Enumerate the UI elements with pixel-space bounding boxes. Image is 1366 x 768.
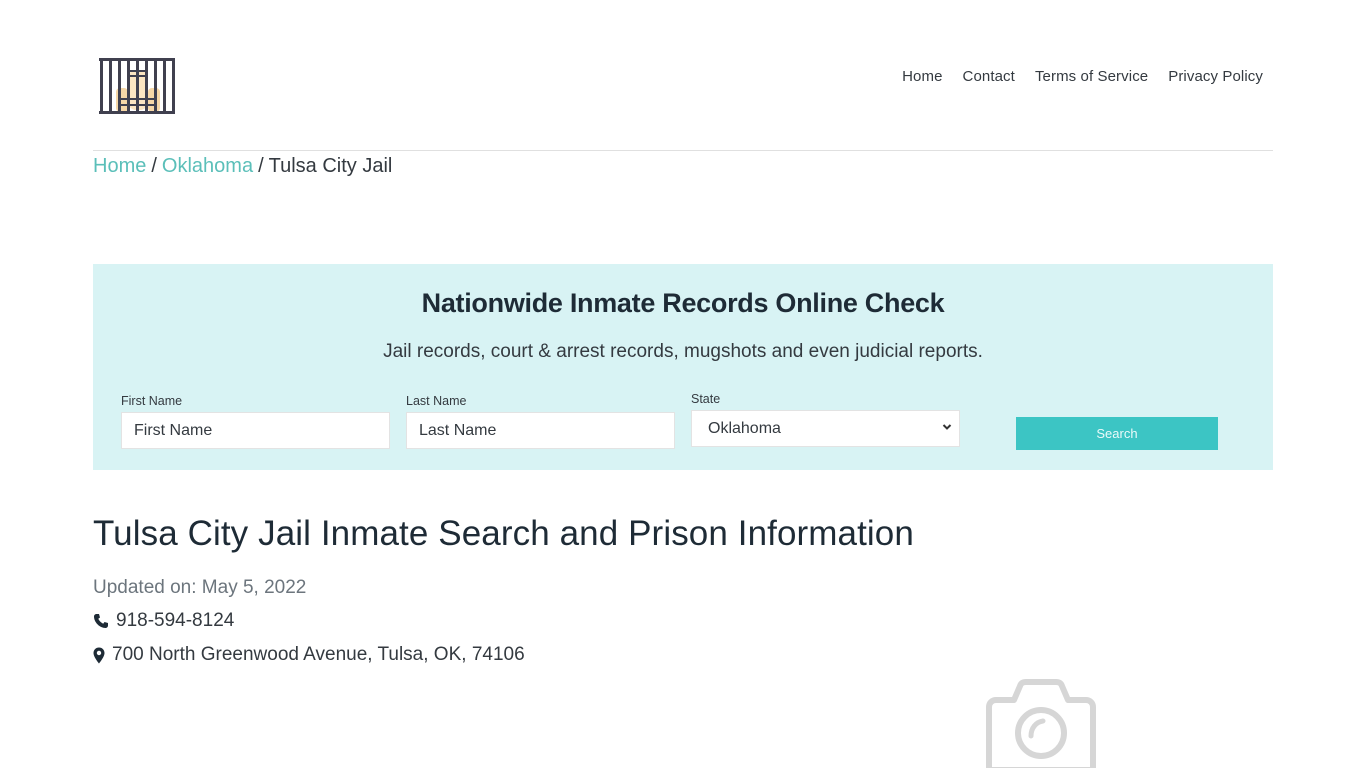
address-text: 700 North Greenwood Avenue, Tulsa, OK, 7…	[112, 644, 525, 665]
breadcrumb-separator: /	[151, 155, 157, 177]
jail-bars-logo-icon	[99, 58, 175, 114]
search-panel-title: Nationwide Inmate Records Online Check	[421, 288, 945, 318]
nav-privacy-policy[interactable]: Privacy Policy	[1168, 68, 1263, 85]
page-title: Tulsa City Jail Inmate Search and Prison…	[93, 514, 914, 553]
search-button[interactable]: Search	[1016, 417, 1218, 450]
breadcrumb-separator: /	[258, 155, 264, 177]
map-marker-icon	[93, 647, 105, 663]
last-name-label: Last Name	[406, 394, 467, 408]
inmate-search-panel: Nationwide Inmate Records Online Check J…	[93, 264, 1273, 470]
phone-line: 918-594-8124	[93, 610, 234, 632]
phone-icon	[94, 614, 108, 628]
phone-number[interactable]: 918-594-8124	[116, 610, 234, 632]
state-select[interactable]: Oklahoma	[691, 410, 960, 447]
camera-icon	[986, 679, 1096, 768]
last-name-field-group: Last Name	[406, 394, 675, 449]
main-nav: Home Contact Terms of Service Privacy Po…	[902, 68, 1263, 85]
page-container: Home Contact Terms of Service Privacy Po…	[93, 0, 1273, 768]
breadcrumb-home[interactable]: Home	[93, 155, 146, 177]
breadcrumb-current: Tulsa City Jail	[268, 155, 393, 177]
nav-contact[interactable]: Contact	[963, 68, 1015, 85]
nav-terms-of-service[interactable]: Terms of Service	[1035, 68, 1148, 85]
first-name-field-group: First Name	[121, 394, 390, 449]
search-panel-subtitle: Jail records, court & arrest records, mu…	[383, 341, 983, 362]
image-placeholder	[986, 678, 1096, 768]
state-label: State	[691, 392, 721, 406]
address-line: 700 North Greenwood Avenue, Tulsa, OK, 7…	[93, 644, 525, 666]
state-field-group: State Oklahoma	[691, 392, 960, 447]
site-logo[interactable]	[98, 56, 178, 116]
first-name-label: First Name	[121, 394, 183, 408]
site-header: Home Contact Terms of Service Privacy Po…	[93, 0, 1273, 151]
nav-home[interactable]: Home	[902, 68, 942, 85]
first-name-input[interactable]	[121, 412, 390, 449]
breadcrumb: Home / Oklahoma / Tulsa City Jail	[93, 155, 392, 178]
updated-date: Updated on: May 5, 2022	[93, 577, 307, 598]
state-select-wrapper: Oklahoma	[691, 410, 960, 447]
last-name-input[interactable]	[406, 412, 675, 449]
breadcrumb-oklahoma[interactable]: Oklahoma	[162, 155, 253, 177]
